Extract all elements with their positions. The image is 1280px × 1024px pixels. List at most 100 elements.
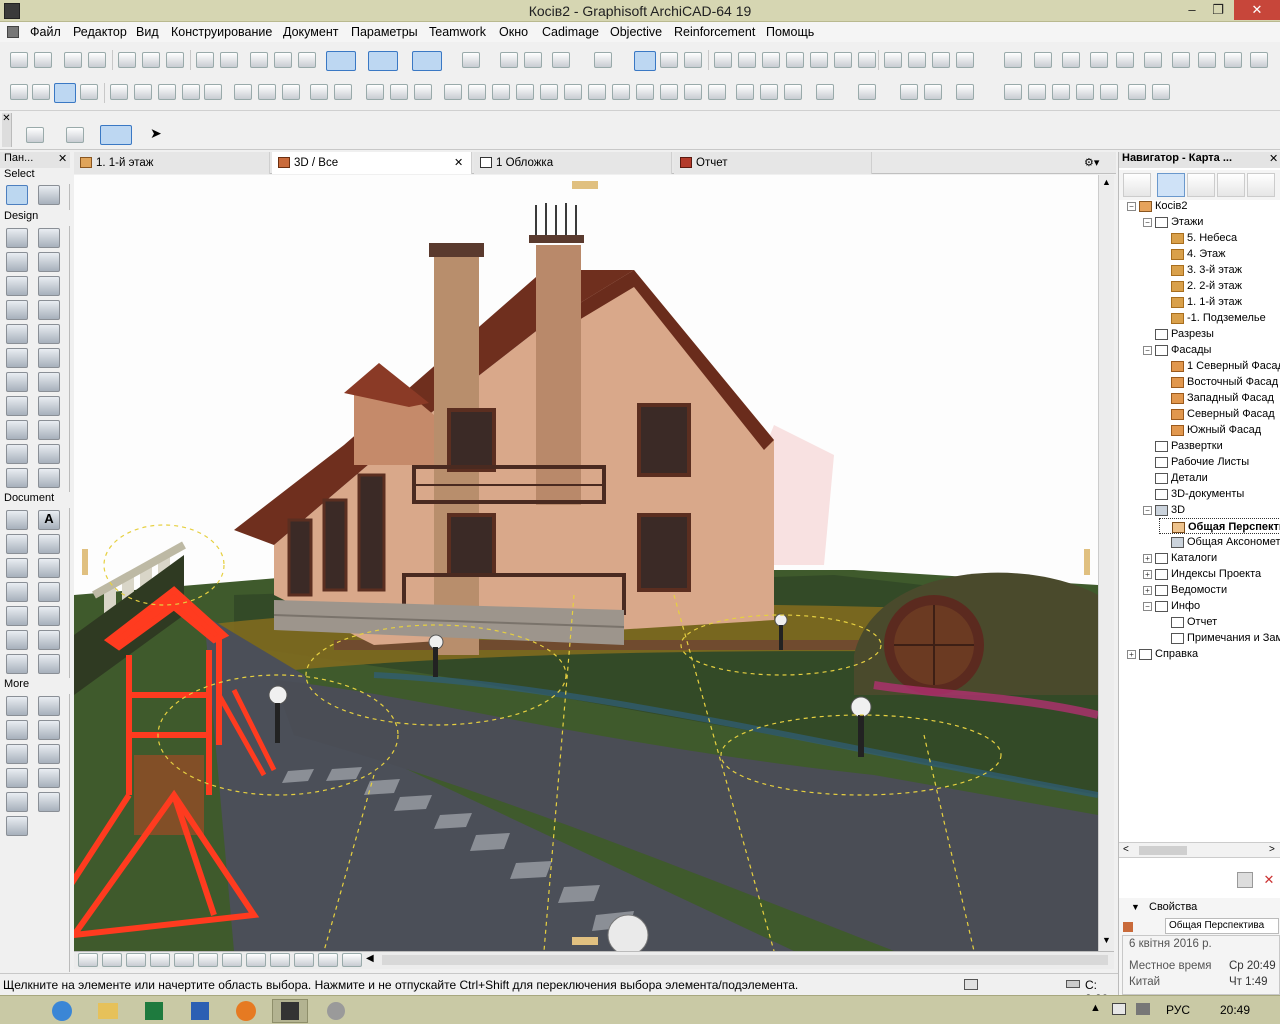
roof-icon[interactable]	[858, 52, 876, 68]
menu-cadimage[interactable]: Cadimage	[542, 25, 599, 39]
menu-window[interactable]: Окно	[499, 25, 528, 39]
tree-item[interactable]: Разрезы	[1143, 326, 1214, 342]
explore-icon[interactable]	[270, 953, 290, 967]
navigator-close-icon[interactable]: ✕	[1269, 152, 1278, 165]
multiply-icon[interactable]	[588, 84, 606, 100]
tray-up-icon[interactable]: ▲	[1090, 1002, 1101, 1014]
adjust-icon[interactable]	[738, 52, 756, 68]
section-tool-icon[interactable]	[6, 606, 28, 626]
tab-menu-icon[interactable]: ⚙▾	[1084, 156, 1099, 169]
intersect-icon[interactable]	[762, 52, 780, 68]
elevate-icon[interactable]	[516, 84, 534, 100]
curve-icon[interactable]	[834, 52, 852, 68]
tree-item[interactable]: Восточный Фасад	[1159, 374, 1278, 390]
3d-scene[interactable]	[74, 175, 1098, 951]
tree-item[interactable]: Общая Аксонометрия	[1159, 534, 1280, 550]
redo-view-icon[interactable]	[1224, 52, 1242, 68]
rotate-icon[interactable]	[468, 84, 486, 100]
expand-icon[interactable]: +	[1127, 649, 1136, 659]
view-name-field[interactable]: Общая Перспектива	[1165, 918, 1279, 934]
column-tool-icon[interactable]	[38, 252, 60, 272]
globe-tool-icon[interactable]	[38, 468, 60, 488]
tree-item[interactable]: Примечания и Замечания	[1159, 630, 1280, 646]
3d-window-icon[interactable]	[884, 52, 902, 68]
tree-item[interactable]: Рабочие Листы	[1143, 454, 1249, 470]
zoom-selection-icon[interactable]	[150, 953, 170, 967]
tree-item[interactable]: 3D-документы	[1143, 486, 1244, 502]
zoom-out-icon[interactable]	[198, 953, 218, 967]
menu-objective[interactable]: Objective	[610, 25, 662, 39]
tree-item[interactable]: Детали	[1143, 470, 1208, 486]
plan-icon[interactable]	[1052, 84, 1070, 100]
layer-combo-icon[interactable]	[816, 84, 834, 100]
collapse-icon[interactable]: −	[1143, 601, 1152, 611]
archicad-task-icon[interactable]	[272, 999, 308, 1023]
worksheet-tool-icon[interactable]	[38, 630, 60, 650]
excel-icon[interactable]	[136, 999, 172, 1023]
fill-tool-icon[interactable]	[38, 534, 60, 554]
railing-tool-icon[interactable]	[38, 324, 60, 344]
group-icon[interactable]	[10, 84, 28, 100]
figure-tool-icon[interactable]	[38, 792, 60, 812]
rectangle-method-icon[interactable]	[66, 127, 84, 143]
home-edit-icon[interactable]	[1028, 84, 1046, 100]
system-menu-icon[interactable]	[7, 26, 19, 38]
redo-icon[interactable]	[220, 52, 238, 68]
split-element-icon[interactable]	[660, 84, 678, 100]
horizontal-scrollbar[interactable]	[382, 955, 1108, 965]
text-style-icon[interactable]	[310, 84, 328, 100]
tree-item[interactable]: − Этажи	[1143, 214, 1203, 230]
tab-report[interactable]: Отчет	[674, 152, 872, 174]
menu-options[interactable]: Параметры	[351, 25, 418, 39]
tree-item[interactable]: − Косів2	[1127, 198, 1187, 214]
expand-icon[interactable]: +	[1143, 553, 1152, 563]
paste-icon[interactable]	[166, 52, 184, 68]
mep-tool-icon[interactable]	[38, 744, 60, 764]
geometry-method-icon[interactable]	[26, 127, 44, 143]
tree-item[interactable]: -1. Подземелье	[1159, 310, 1266, 326]
close-view-icon[interactable]	[684, 52, 702, 68]
collapse-icon[interactable]: −	[1143, 217, 1152, 227]
scroll-up-icon[interactable]: ▲	[1102, 177, 1111, 187]
change-tool-icon[interactable]	[6, 654, 28, 674]
navigator-options-icon[interactable]	[1123, 173, 1151, 197]
marquee-icon[interactable]	[858, 84, 876, 100]
tree-item[interactable]: + Справка	[1127, 646, 1198, 662]
publish-icon[interactable]	[1034, 52, 1052, 68]
print-icon[interactable]	[88, 52, 106, 68]
window-tool-icon[interactable]	[6, 252, 28, 272]
menu-design[interactable]: Конструирование	[171, 25, 272, 39]
guide-lines-icon[interactable]	[326, 51, 356, 71]
radial-dimension-tool-icon[interactable]	[38, 696, 60, 716]
tree-item[interactable]: 2. 2-й этаж	[1159, 278, 1242, 294]
align-icon[interactable]	[334, 84, 352, 100]
view-map-icon[interactable]	[1187, 173, 1215, 197]
angle-dimension-tool-icon[interactable]	[6, 720, 28, 740]
scroll-left-icon[interactable]: ◀	[366, 953, 374, 964]
curtain-wall-tool-icon[interactable]	[38, 348, 60, 368]
marquee-tool-icon[interactable]	[38, 185, 60, 205]
zone-tool-icon[interactable]	[6, 420, 28, 440]
label-tool-icon[interactable]	[6, 534, 28, 554]
zoom-icon[interactable]	[294, 953, 314, 967]
magic-wand-icon[interactable]	[524, 52, 542, 68]
tree-item[interactable]: 4. Этаж	[1159, 246, 1226, 262]
stretch-icon[interactable]	[540, 84, 558, 100]
taskbar-clock[interactable]: 20:49	[1220, 1003, 1250, 1017]
zoom-window-icon[interactable]	[102, 953, 122, 967]
restore-icon[interactable]: ❐	[1204, 0, 1232, 20]
lamp-tool-icon[interactable]	[38, 420, 60, 440]
offset-icon[interactable]	[810, 52, 828, 68]
grid-tool-icon[interactable]	[6, 468, 28, 488]
green-status-icon[interactable]	[1004, 52, 1022, 68]
light-tool-icon[interactable]	[6, 768, 28, 788]
teamwork-send-icon[interactable]	[1128, 84, 1146, 100]
delete-view-icon[interactable]: ✕	[1261, 872, 1277, 888]
menu-reinforcement[interactable]: Reinforcement	[674, 25, 755, 39]
tree-item[interactable]: Северный Фасад	[1159, 406, 1275, 422]
copy-icon[interactable]	[142, 52, 160, 68]
roof-tool-icon[interactable]	[38, 300, 60, 320]
collapse-icon[interactable]: −	[1143, 505, 1152, 515]
shell-tool-icon[interactable]	[6, 324, 28, 344]
fit-window-icon[interactable]	[126, 953, 146, 967]
